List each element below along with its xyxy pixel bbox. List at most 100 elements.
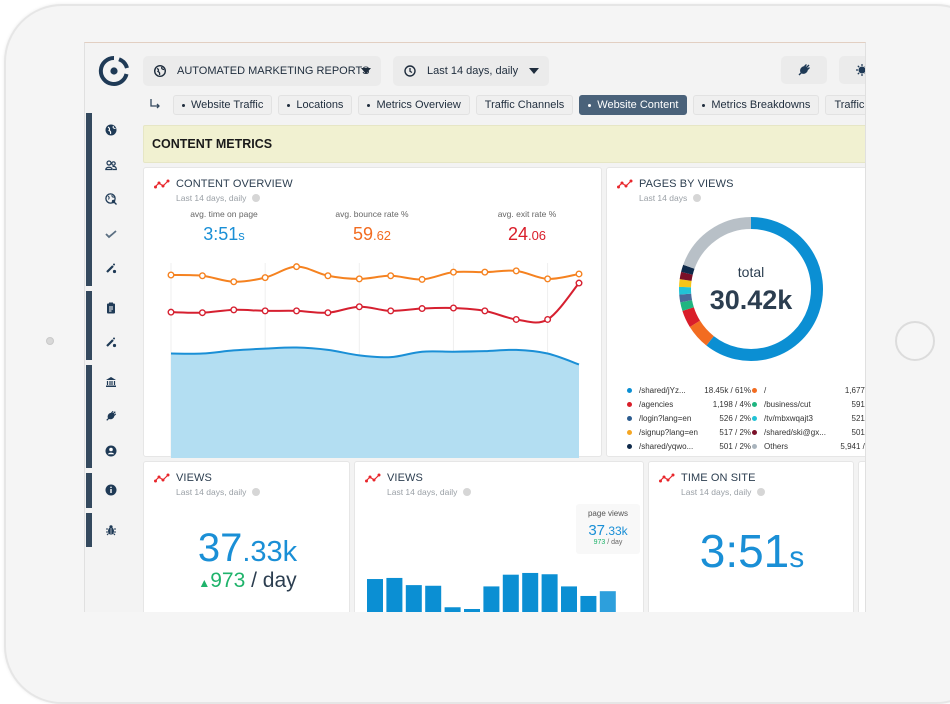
help-icon[interactable] (757, 488, 765, 496)
data-point[interactable] (576, 280, 582, 286)
donut-slice[interactable] (686, 273, 687, 280)
sidebar-item-bug-report[interactable] (85, 513, 135, 548)
data-point[interactable] (200, 273, 206, 279)
bar[interactable] (445, 607, 461, 612)
sidebar-item-checks[interactable] (85, 217, 135, 252)
tablet-camera (46, 337, 54, 345)
data-point[interactable] (451, 305, 457, 311)
legend-item[interactable]: /1,677 / 6 (752, 386, 866, 395)
views-per-label: / day (245, 569, 296, 592)
bar[interactable] (522, 573, 538, 612)
data-point[interactable] (388, 273, 394, 279)
sidebar-item-integrations[interactable] (85, 399, 135, 434)
data-point[interactable] (200, 310, 206, 316)
donut-slice[interactable] (689, 223, 751, 267)
time-on-site-suffix: s (789, 541, 804, 574)
data-point[interactable] (325, 310, 331, 316)
legend-item[interactable]: /login?lang=en526 / 2% (627, 414, 752, 423)
bar[interactable] (503, 575, 519, 612)
data-point[interactable] (168, 272, 174, 278)
donut-slice[interactable] (687, 267, 689, 274)
data-point[interactable] (294, 264, 300, 270)
bar[interactable] (367, 579, 383, 612)
legend-item[interactable]: /tv/mbxwqajt3521 / 2 (752, 414, 866, 423)
data-point[interactable] (545, 317, 551, 323)
bullet-icon (367, 104, 370, 107)
data-point[interactable] (357, 276, 363, 282)
data-point[interactable] (325, 273, 331, 279)
info-icon (105, 484, 117, 496)
bar[interactable] (464, 609, 480, 612)
data-point[interactable] (419, 306, 425, 312)
legend-item[interactable]: /signup?lang=en517 / 2% (627, 428, 752, 437)
donut-slice[interactable] (685, 294, 686, 301)
integrations-button[interactable] (781, 56, 827, 84)
tab-locations[interactable]: Locations (278, 95, 352, 115)
data-point[interactable] (545, 276, 551, 282)
sidebar-item-clipboard[interactable] (85, 291, 135, 326)
report-selector-dropdown[interactable]: AUTOMATED MARKETING REPORTS (143, 56, 381, 86)
sidebar-item-editor[interactable] (85, 251, 135, 286)
bar[interactable] (483, 586, 499, 612)
data-point[interactable] (513, 317, 519, 323)
data-point[interactable] (262, 275, 268, 281)
sidebar-item-editor-2[interactable] (85, 325, 135, 360)
tablet-home-button[interactable] (895, 321, 935, 361)
section-title: CONTENT METRICS (152, 137, 272, 151)
legend-item[interactable]: Others5,941 / 20 (752, 442, 866, 451)
donut-slice[interactable] (695, 324, 710, 341)
data-point[interactable] (262, 308, 268, 314)
legend-item[interactable]: /shared/yqwo...501 / 2% (627, 442, 752, 451)
data-point[interactable] (231, 279, 237, 285)
help-icon[interactable] (693, 194, 701, 202)
bar[interactable] (425, 586, 441, 612)
legend-item[interactable]: /shared/ski@gx...501 / 2 (752, 428, 866, 437)
legend-item[interactable]: /business/cut591 / 2 (752, 400, 866, 409)
data-point[interactable] (451, 269, 457, 275)
data-point[interactable] (419, 277, 425, 283)
tab-label: Website Traffic (191, 99, 263, 111)
sidebar-item-global-search[interactable] (85, 182, 135, 217)
tab-metrics-overview[interactable]: Metrics Overview (358, 95, 469, 115)
donut-slice[interactable] (688, 309, 695, 324)
bar[interactable] (386, 578, 402, 612)
sidebar-item-bank[interactable] (85, 365, 135, 400)
tab-website-content[interactable]: Website Content (579, 95, 687, 115)
sidebar-item-info[interactable] (85, 473, 135, 508)
donut-slice[interactable] (685, 280, 686, 287)
data-point[interactable] (357, 304, 363, 310)
legend-name: /tv/mbxwqajt3 (764, 414, 826, 423)
sidebar-item-users[interactable] (85, 148, 135, 183)
data-point[interactable] (513, 268, 519, 274)
date-range-dropdown[interactable]: Last 14 days, daily (393, 56, 549, 86)
help-icon[interactable] (252, 488, 260, 496)
data-point[interactable] (294, 308, 300, 314)
legend-item[interactable]: /agencies1,198 / 4% (627, 400, 752, 409)
tab-metrics-breakdowns[interactable]: Metrics Breakdowns (693, 95, 819, 115)
time-on-site-card: TIME ON SITE Last 14 days, daily 3:51s (648, 461, 854, 612)
legend-dot-icon (752, 402, 757, 407)
sidebar-item-account[interactable] (85, 434, 135, 469)
trend-line-icon (659, 473, 675, 483)
plug-icon (105, 410, 117, 422)
settings-button[interactable] (839, 56, 866, 84)
bar[interactable] (406, 585, 422, 612)
legend-item[interactable]: /shared/jYz...18.45k / 61% (627, 386, 752, 395)
data-point[interactable] (576, 271, 582, 277)
data-point[interactable] (388, 308, 394, 314)
data-point[interactable] (482, 308, 488, 314)
data-point[interactable] (168, 309, 174, 315)
bar[interactable] (542, 574, 558, 612)
sidebar-item-globe[interactable] (85, 113, 135, 148)
data-point[interactable] (482, 269, 488, 275)
tab-traffic-sources[interactable]: Traffic Sources (825, 95, 866, 115)
data-point[interactable] (231, 307, 237, 313)
bar[interactable] (561, 586, 577, 612)
tab-traffic-channels[interactable]: Traffic Channels (476, 95, 573, 115)
bar[interactable] (600, 591, 616, 612)
up-triangle-icon: ▲ (198, 576, 210, 590)
bar[interactable] (580, 596, 596, 612)
donut-slice[interactable] (686, 301, 688, 309)
tab-website-traffic[interactable]: Website Traffic (173, 95, 272, 115)
app-logo-icon[interactable] (98, 55, 130, 87)
